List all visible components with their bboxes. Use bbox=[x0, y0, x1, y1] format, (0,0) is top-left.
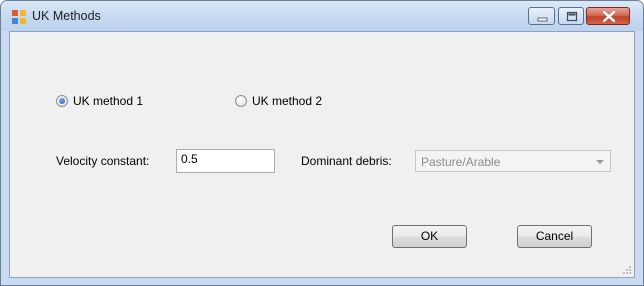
radio-selected-icon bbox=[56, 95, 68, 107]
dominant-debris-label: Dominant debris: bbox=[301, 154, 392, 168]
minimize-button[interactable] bbox=[528, 7, 555, 25]
chevron-down-icon bbox=[596, 160, 604, 164]
dialog-content: UK method 1 UK method 2 Velocity constan… bbox=[9, 31, 635, 278]
velocity-constant-input[interactable]: 0.5 bbox=[176, 149, 275, 173]
dominant-debris-select[interactable]: Pasture/Arable bbox=[415, 150, 611, 172]
window-title: UK Methods bbox=[32, 9, 101, 23]
close-button[interactable] bbox=[586, 7, 630, 25]
maximize-button[interactable] bbox=[558, 7, 584, 25]
dialog-window: UK Methods UK method 1 UK method 2 Veloc… bbox=[0, 0, 644, 286]
app-icon bbox=[12, 10, 26, 24]
uk-method-1-label: UK method 1 bbox=[73, 94, 144, 108]
ok-button[interactable]: OK bbox=[392, 225, 467, 248]
velocity-constant-label: Velocity constant: bbox=[56, 154, 150, 168]
cancel-button[interactable]: Cancel bbox=[517, 225, 592, 248]
minimize-icon bbox=[537, 17, 548, 22]
title-bar[interactable]: UK Methods bbox=[1, 1, 643, 31]
uk-method-2-label: UK method 2 bbox=[252, 94, 323, 108]
maximize-icon bbox=[566, 11, 578, 22]
close-icon bbox=[602, 10, 616, 23]
uk-method-2-radio[interactable]: UK method 2 bbox=[235, 94, 322, 108]
uk-method-1-radio[interactable]: UK method 1 bbox=[56, 94, 143, 108]
dominant-debris-value: Pasture/Arable bbox=[421, 155, 501, 169]
radio-unselected-icon bbox=[235, 95, 247, 107]
resize-grip-icon[interactable] bbox=[622, 265, 632, 275]
